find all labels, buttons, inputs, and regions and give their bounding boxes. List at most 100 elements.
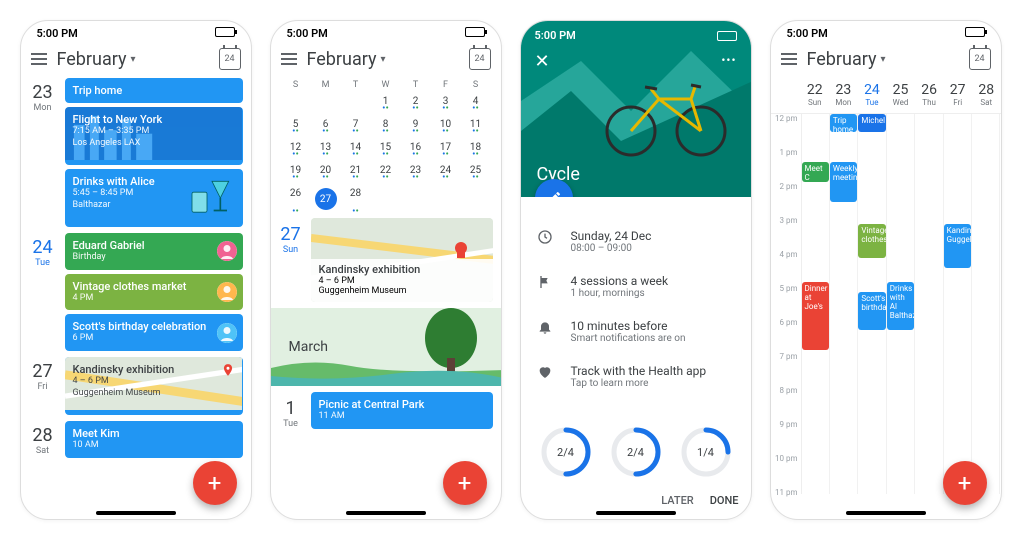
- avatar: [217, 241, 237, 261]
- agenda-list[interactable]: 23MonTrip homeFlight to New York7:15 AM …: [21, 78, 251, 519]
- month-picker[interactable]: February ▾: [307, 49, 459, 70]
- event-card[interactable]: Scott's birthday celebration6 PM: [65, 314, 243, 351]
- month-day-cell[interactable]: [311, 92, 341, 115]
- month-day-cell[interactable]: [431, 184, 461, 218]
- event-card[interactable]: Picnic at Central Park 11 AM: [311, 392, 493, 429]
- chevron-down-icon: ▾: [131, 54, 136, 65]
- month-header-march: March: [271, 308, 501, 386]
- today-icon[interactable]: 24: [219, 48, 241, 70]
- month-day-cell[interactable]: 9••: [401, 115, 431, 138]
- event-card[interactable]: Vintage clothes market4 PM: [65, 274, 243, 311]
- status-bar: 5:00 PM: [21, 21, 251, 42]
- home-indicator: [596, 511, 676, 515]
- month-day-cell[interactable]: 24••: [431, 161, 461, 184]
- fab-add-button[interactable]: +: [193, 461, 237, 505]
- progress-ring: 1/4: [679, 425, 733, 479]
- phone-month-view: 5:00 PM February ▾ 24 SMTWTFS1••2••3••4•…: [270, 20, 502, 520]
- menu-icon[interactable]: [281, 53, 297, 65]
- detail-row[interactable]: Track with the Health appTap to learn mo…: [521, 354, 751, 399]
- week-event[interactable]: Vintage clothes: [858, 224, 885, 258]
- week-event[interactable]: Scott's birthday: [858, 292, 885, 330]
- week-event[interactable]: Dinner at Joe's: [802, 282, 829, 350]
- week-day-header[interactable]: 27Fri: [943, 82, 972, 107]
- month-day-cell[interactable]: 16••: [401, 138, 431, 161]
- event-card[interactable]: Eduard GabrielBirthday: [65, 233, 243, 270]
- month-day-cell[interactable]: 18••: [461, 138, 491, 161]
- month-picker[interactable]: February ▾: [57, 49, 209, 70]
- today-icon[interactable]: 24: [469, 48, 491, 70]
- month-day-cell[interactable]: 27: [315, 188, 337, 210]
- month-day-cell[interactable]: 28••: [341, 184, 371, 218]
- month-day-cell[interactable]: 23••: [401, 161, 431, 184]
- month-day-cell[interactable]: 19••: [281, 161, 311, 184]
- detail-row[interactable]: Sunday, 24 Dec08:00 – 09:00: [521, 219, 751, 264]
- month-day-cell[interactable]: [401, 184, 431, 218]
- week-event[interactable]: Meet C: [802, 162, 829, 182]
- event-card[interactable]: Flight to New York7:15 AM – 3:35 PMLos A…: [65, 107, 243, 165]
- month-day-cell[interactable]: 12••: [281, 138, 311, 161]
- week-event[interactable]: Weekly meeting: [830, 162, 857, 202]
- week-events-area[interactable]: Trip homeMichel Meet CWeekly meetingVinta…: [801, 114, 1001, 494]
- bell-icon: [537, 319, 555, 339]
- month-day-cell[interactable]: 20••: [311, 161, 341, 184]
- week-day-header[interactable]: 25Wed: [886, 82, 915, 107]
- day-header: 28Sat: [21, 421, 65, 464]
- month-day-cell[interactable]: 5••: [281, 115, 311, 138]
- status-bar: 5:00 PM: [771, 21, 1001, 42]
- event-card-map[interactable]: Kandinsky exhibition 4 – 6 PM Guggenheim…: [311, 218, 493, 302]
- menu-icon[interactable]: [31, 53, 47, 65]
- event-card[interactable]: Trip home: [65, 78, 243, 103]
- more-icon[interactable]: •••: [721, 53, 736, 67]
- battery-icon: [215, 27, 235, 37]
- app-bar: February ▾ 24: [771, 42, 1001, 78]
- week-event[interactable]: Michel: [858, 114, 885, 132]
- close-icon[interactable]: ✕: [535, 51, 550, 72]
- month-day-cell[interactable]: [461, 184, 491, 218]
- week-event[interactable]: Kandinsky Guggeh: [944, 224, 971, 268]
- month-day-cell[interactable]: 4••: [461, 92, 491, 115]
- month-day-cell[interactable]: 26••: [281, 184, 311, 218]
- event-card[interactable]: Kandinsky exhibition4 – 6 PMGuggenheim M…: [65, 357, 243, 415]
- week-day-headers[interactable]: 22Sun23Mon24Tue25Wed26Thu27Fri28Sat: [771, 78, 1001, 114]
- today-icon[interactable]: 24: [969, 48, 991, 70]
- month-day-cell[interactable]: [341, 92, 371, 115]
- month-day-cell[interactable]: 6••: [311, 115, 341, 138]
- later-button[interactable]: LATER: [661, 494, 694, 507]
- app-bar: February ▾ 24: [21, 42, 251, 78]
- fab-add-button[interactable]: +: [943, 461, 987, 505]
- fab-add-button[interactable]: +: [443, 461, 487, 505]
- month-day-cell[interactable]: 13••: [311, 138, 341, 161]
- week-event[interactable]: Drinks with Al Balthaz: [887, 282, 914, 330]
- month-day-cell[interactable]: 22••: [371, 161, 401, 184]
- month-day-cell[interactable]: 14••: [341, 138, 371, 161]
- month-day-cell[interactable]: 7••: [341, 115, 371, 138]
- month-day-cell[interactable]: 1••: [371, 92, 401, 115]
- month-day-cell[interactable]: 11••: [461, 115, 491, 138]
- month-day-cell[interactable]: 10••: [431, 115, 461, 138]
- month-day-cell[interactable]: 15••: [371, 138, 401, 161]
- week-grid[interactable]: 12 pm1 pm2 pm3 pm4 pm5 pm6 pm7 pm8 pm9 p…: [771, 114, 1001, 494]
- week-day-header[interactable]: 28Sat: [972, 82, 1001, 107]
- week-day-header[interactable]: 22Sun: [801, 82, 830, 107]
- event-card[interactable]: Drinks with Alice5:45 – 8:45 PMBalthazar: [65, 169, 243, 227]
- month-day-cell[interactable]: 21••: [341, 161, 371, 184]
- month-picker[interactable]: February ▾: [807, 49, 959, 70]
- month-day-cell[interactable]: 3••: [431, 92, 461, 115]
- week-day-header[interactable]: 23Mon: [829, 82, 858, 107]
- month-day-cell[interactable]: 8••: [371, 115, 401, 138]
- month-day-cell[interactable]: 17••: [431, 138, 461, 161]
- event-card[interactable]: Meet Kim10 AM: [65, 421, 243, 458]
- month-grid[interactable]: SMTWTFS1••2••3••4••5••6••7••8••9••10••11…: [271, 78, 501, 218]
- menu-icon[interactable]: [781, 53, 797, 65]
- detail-row[interactable]: 10 minutes beforeSmart notifications are…: [521, 309, 751, 354]
- month-day-cell[interactable]: 2••: [401, 92, 431, 115]
- week-day-header[interactable]: 26Thu: [915, 82, 944, 107]
- month-day-cell[interactable]: 25••: [461, 161, 491, 184]
- chevron-down-icon: ▾: [381, 54, 386, 65]
- week-day-header[interactable]: 24Tue: [858, 82, 887, 107]
- detail-row[interactable]: 4 sessions a week1 hour, mornings: [521, 264, 751, 309]
- month-day-cell[interactable]: [371, 184, 401, 218]
- month-day-cell[interactable]: [281, 92, 311, 115]
- done-button[interactable]: DONE: [710, 494, 739, 507]
- week-event[interactable]: Trip home: [830, 114, 857, 132]
